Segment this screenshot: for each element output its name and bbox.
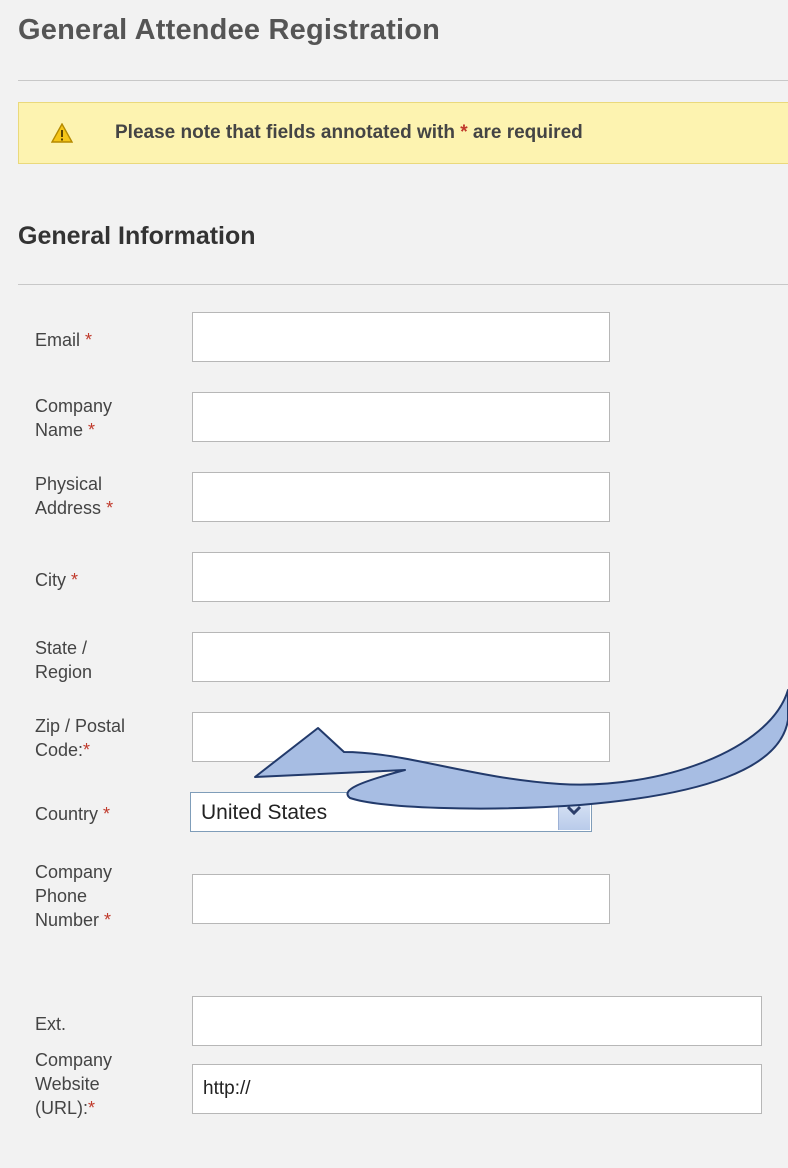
dropdown-button[interactable] — [558, 794, 590, 830]
ext-label: Ext. — [35, 1014, 67, 1034]
state-input[interactable] — [192, 632, 610, 682]
address-input[interactable] — [192, 472, 610, 522]
title-divider — [18, 80, 788, 81]
ext-input[interactable] — [192, 996, 762, 1046]
country-label: Country * — [35, 804, 111, 824]
chevron-down-icon — [566, 805, 582, 816]
email-input[interactable] — [192, 312, 610, 362]
email-label: Email * — [35, 330, 93, 350]
zip-input[interactable] — [192, 712, 610, 762]
required-fields-notice: Please note that fields annotated with *… — [18, 102, 788, 164]
state-label: State / Region — [35, 638, 93, 682]
city-input[interactable] — [192, 552, 610, 602]
country-select-value: United States — [201, 801, 328, 824]
company-name-input[interactable] — [192, 392, 610, 442]
website-label: Company Website (URL):* — [35, 1050, 113, 1118]
website-input[interactable] — [192, 1064, 762, 1114]
phone-label: Company Phone Number * — [35, 862, 113, 930]
page-title: General Attendee Registration — [18, 14, 441, 46]
zip-label: Zip / Postal Code:* — [35, 716, 126, 760]
notice-text: Please note that fields annotated with *… — [115, 122, 583, 143]
city-label: City * — [35, 570, 79, 590]
address-label: Physical Address * — [35, 474, 114, 518]
company-name-label: Company Name * — [35, 396, 113, 440]
section-title: General Information — [18, 222, 256, 250]
country-select[interactable]: United States — [190, 792, 592, 832]
phone-input[interactable] — [192, 874, 610, 924]
section-divider — [18, 284, 788, 285]
warning-icon — [51, 123, 73, 143]
